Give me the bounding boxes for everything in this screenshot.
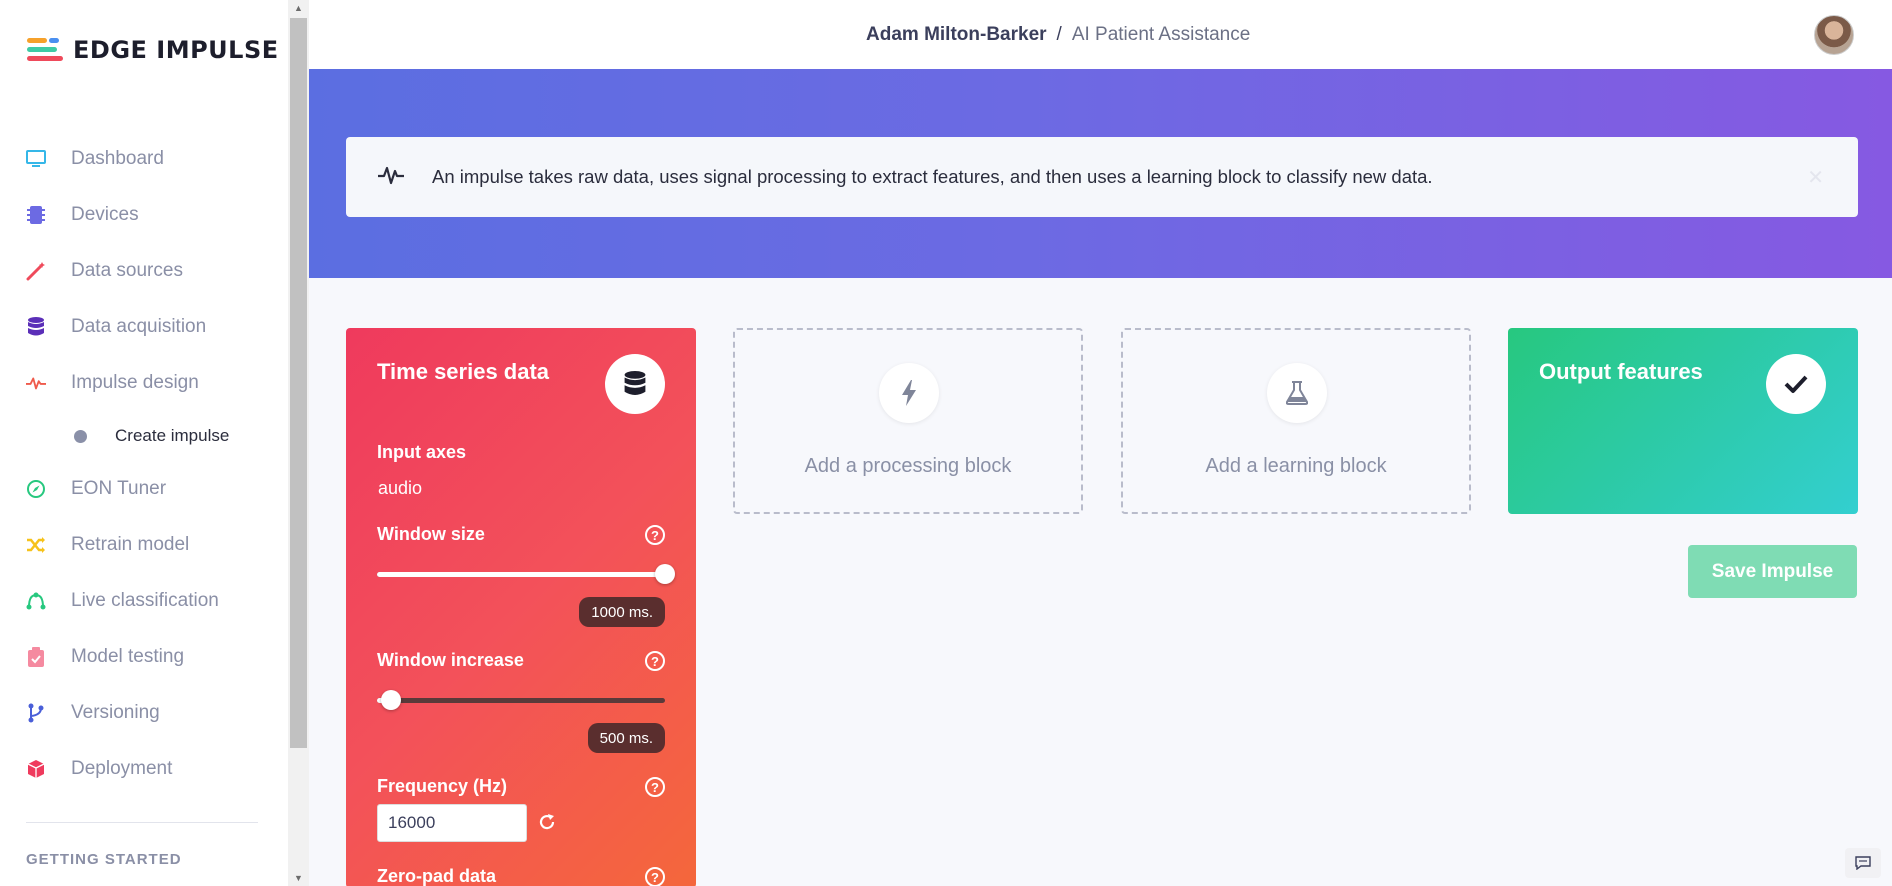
input-axes-label: Input axes — [377, 442, 467, 462]
sidebar-item-label: Data acquisition — [71, 316, 207, 337]
sidebar-section-heading: GETTING STARTED — [26, 851, 182, 868]
monitor-icon — [26, 149, 46, 169]
pulse-icon — [26, 373, 46, 393]
output-features-card: Output features — [1508, 328, 1858, 514]
close-icon[interactable]: ✕ — [1807, 165, 1824, 190]
help-icon[interactable]: ? — [645, 867, 665, 886]
sidebar-item-impulse-design[interactable]: Impulse design — [0, 355, 288, 411]
add-learning-block-card[interactable]: Add a learning block — [1121, 328, 1471, 514]
database-icon — [26, 317, 46, 337]
breadcrumb-owner[interactable]: Adam Milton-Barker — [866, 24, 1047, 46]
window-increase-slider[interactable] — [377, 690, 665, 710]
time-series-title: Time series data — [377, 359, 550, 384]
sidebar: EDGE IMPULSE Dashboard Devices Data sour… — [0, 0, 288, 886]
hero-banner: An impulse takes raw data, uses signal p… — [309, 69, 1892, 278]
bolt-icon — [879, 363, 939, 423]
input-axes-value: audio — [378, 478, 423, 498]
sidebar-item-data-acquisition[interactable]: Data acquisition — [0, 299, 288, 355]
breadcrumb-separator: / — [1056, 24, 1062, 45]
brand-name: EDGE IMPULSE — [73, 36, 279, 64]
help-icon[interactable]: ? — [645, 777, 665, 797]
sidebar-item-label: EON Tuner — [71, 478, 167, 499]
scroll-up-icon[interactable]: ▲ — [288, 0, 309, 16]
sidebar-item-dashboard[interactable]: Dashboard — [0, 131, 288, 187]
frequency-input[interactable] — [377, 804, 527, 842]
help-icon[interactable]: ? — [645, 651, 665, 671]
branch-icon — [26, 703, 46, 723]
breadcrumb: Adam Milton-Barker / AI Patient Assistan… — [866, 24, 1250, 46]
sidebar-item-label: Versioning — [71, 702, 160, 723]
scrollbar-thumb[interactable] — [290, 18, 307, 748]
window-increase-slider-handle[interactable] — [381, 690, 402, 710]
sidebar-item-live-classification[interactable]: Live classification — [0, 573, 288, 629]
bullet-icon — [74, 429, 87, 443]
window-increase-value: 500 ms. — [587, 723, 665, 753]
add-processing-block-card[interactable]: Add a processing block — [733, 328, 1083, 514]
sidebar-item-label: Dashboard — [71, 148, 164, 169]
sidebar-item-versioning[interactable]: Versioning — [0, 685, 288, 741]
compass-icon — [26, 479, 46, 499]
sidebar-subitem-create-impulse[interactable]: Create impulse — [0, 411, 288, 461]
frequency-label: Frequency (Hz) — [377, 776, 508, 796]
check-icon — [1766, 354, 1826, 414]
window-increase-label: Window increase — [377, 650, 524, 670]
sidebar-item-label: Retrain model — [71, 534, 190, 555]
clipboard-check-icon — [26, 647, 46, 667]
sidebar-item-eon-tuner[interactable]: EON Tuner — [0, 461, 288, 517]
user-avatar[interactable] — [1814, 15, 1854, 55]
window-size-value: 1000 ms. — [579, 597, 665, 627]
sidebar-item-label: Live classification — [71, 590, 219, 611]
refresh-icon[interactable] — [536, 811, 558, 833]
sidebar-item-retrain-model[interactable]: Retrain model — [0, 517, 288, 573]
sidebar-scrollbar[interactable]: ▲ ▼ — [288, 0, 309, 886]
breadcrumb-project[interactable]: AI Patient Assistance — [1072, 24, 1251, 46]
sidebar-subitem-label: Create impulse — [115, 426, 230, 445]
flask-icon — [1267, 363, 1327, 423]
sidebar-item-devices[interactable]: Devices — [0, 187, 288, 243]
sidebar-item-label: Model testing — [71, 646, 185, 667]
output-features-title: Output features — [1539, 359, 1703, 384]
chip-icon — [26, 205, 46, 225]
shuffle-icon — [26, 535, 46, 555]
pulse-icon — [378, 165, 404, 190]
window-size-slider[interactable] — [377, 564, 675, 584]
window-size-slider-fill — [377, 572, 665, 577]
window-size-slider-handle[interactable] — [655, 564, 675, 584]
brand-logo[interactable]: EDGE IMPULSE — [27, 36, 279, 64]
sidebar-item-deployment[interactable]: Deployment — [0, 741, 288, 797]
window-size-label: Window size — [377, 524, 485, 544]
wand-icon — [26, 261, 46, 281]
sidebar-item-label: Devices — [71, 204, 139, 225]
sidebar-item-model-testing[interactable]: Model testing — [0, 629, 288, 685]
sidebar-item-label: Deployment — [71, 758, 173, 779]
scroll-down-icon[interactable]: ▼ — [288, 870, 309, 886]
sidebar-item-label: Impulse design — [71, 372, 199, 393]
cube-icon — [26, 759, 46, 779]
help-icon[interactable]: ? — [645, 525, 665, 545]
info-banner: An impulse takes raw data, uses signal p… — [346, 137, 1858, 217]
save-impulse-button[interactable]: Save Impulse — [1688, 545, 1857, 598]
feedback-icon[interactable] — [1845, 848, 1881, 878]
top-bar: Adam Milton-Barker / AI Patient Assistan… — [309, 0, 1892, 69]
add-processing-block-label: Add a processing block — [804, 455, 1012, 477]
info-banner-text: An impulse takes raw data, uses signal p… — [432, 166, 1433, 187]
bezier-icon — [26, 591, 46, 611]
sidebar-nav: Dashboard Devices Data sources Data acqu… — [0, 131, 288, 797]
edge-impulse-logo-icon — [27, 36, 63, 64]
sidebar-item-label: Data sources — [71, 260, 183, 281]
sidebar-divider — [26, 822, 258, 823]
add-learning-block-label: Add a learning block — [1205, 455, 1387, 477]
time-series-card: Time series data Input axes audio Window… — [346, 328, 696, 886]
database-icon — [605, 354, 665, 414]
sidebar-item-data-sources[interactable]: Data sources — [0, 243, 288, 299]
zero-pad-label: Zero-pad data — [377, 866, 497, 886]
